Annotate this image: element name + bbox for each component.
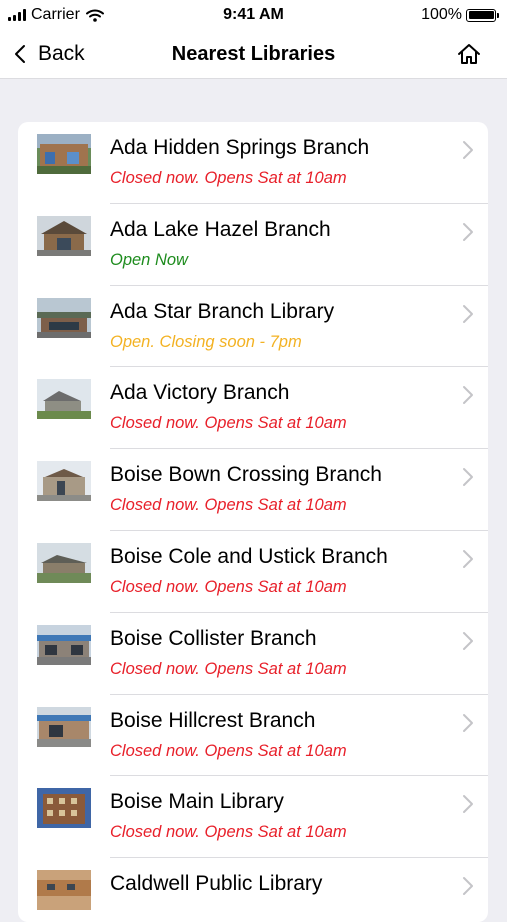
chevron-right-icon <box>463 141 473 159</box>
library-row[interactable]: Ada Hidden Springs Branch Closed now. Ope… <box>18 122 488 204</box>
library-thumbnail <box>37 379 91 420</box>
chevron-right-icon <box>463 631 473 650</box>
battery-icon <box>466 8 496 22</box>
library-status: Open. Closing soon - 7pm <box>110 332 302 351</box>
chevron-right-icon <box>463 795 473 814</box>
navigation-bar: Back Nearest Libraries <box>0 30 507 79</box>
library-name: Boise Cole and Ustick Branch <box>110 544 388 568</box>
library-thumbnail <box>37 297 91 338</box>
library-row[interactable]: Boise Hillcrest Branch Closed now. Opens … <box>18 695 488 777</box>
chevron-right-icon <box>463 304 473 323</box>
chevron-right-icon <box>463 386 473 405</box>
page-title: Nearest Libraries <box>171 43 336 65</box>
library-row[interactable]: Boise Bown Crossing Branch Closed now. Op… <box>18 449 488 531</box>
chevron-right-icon <box>463 468 473 487</box>
library-list: Ada Hidden Springs Branch Closed now. Ope… <box>18 122 488 922</box>
library-thumbnail <box>37 788 91 829</box>
library-status: Closed now. Opens Sat at 10am <box>110 823 347 842</box>
library-status: Closed now. Opens Sat at 10am <box>110 577 347 596</box>
library-row[interactable]: Ada Star Branch Library Open. Closing soo… <box>18 286 488 368</box>
library-name: Ada Star Branch Library <box>110 299 335 323</box>
library-thumbnail <box>37 706 91 747</box>
library-row[interactable]: Boise Collister Branch Closed now. Opens … <box>18 613 488 695</box>
library-name: Boise Bown Crossing Branch <box>110 463 382 487</box>
library-thumbnail <box>37 215 91 256</box>
library-status: Closed now. Opens Sat at 10am <box>110 169 347 187</box>
chevron-right-icon <box>463 877 473 896</box>
library-row[interactable]: Caldwell Public Library <box>18 858 488 922</box>
status-bar: Carrier 9:41 AM 100% <box>0 0 507 30</box>
battery-percent: 100% <box>421 6 462 23</box>
library-name: Ada Victory Branch <box>110 381 290 405</box>
library-thumbnail <box>37 461 91 502</box>
library-name: Ada Lake Hazel Branch <box>110 217 331 241</box>
library-thumbnail <box>37 624 91 665</box>
library-thumbnail <box>37 134 91 174</box>
library-row[interactable]: Ada Lake Hazel Branch Open Now <box>18 204 488 286</box>
library-name: Boise Collister Branch <box>110 626 317 650</box>
library-row[interactable]: Ada Victory Branch Closed now. Opens Sat … <box>18 367 488 450</box>
chevron-right-icon <box>463 549 473 568</box>
library-status: Closed now. Opens Sat at 10am <box>110 741 347 760</box>
chevron-right-icon <box>463 713 473 732</box>
library-name: Caldwell Public Library <box>110 872 323 896</box>
library-status: Closed now. Opens Sat at 10am <box>110 659 347 678</box>
chevron-right-icon <box>463 222 473 241</box>
library-status: Closed now. Opens Sat at 10am <box>110 496 347 515</box>
library-status: Closed now. Opens Sat at 10am <box>110 414 347 433</box>
library-thumbnail <box>37 870 91 911</box>
status-right: 100% <box>421 6 499 24</box>
library-name: Ada Hidden Springs Branch <box>110 136 370 159</box>
battery-tip <box>497 12 499 18</box>
library-thumbnail <box>37 542 91 583</box>
library-row[interactable]: Boise Cole and Ustick Branch Closed now. … <box>18 531 488 613</box>
library-row[interactable]: Boise Main Library Closed now. Opens Sat … <box>18 776 488 859</box>
home-icon[interactable] <box>456 41 482 67</box>
library-name: Boise Main Library <box>110 790 284 814</box>
library-name: Boise Hillcrest Branch <box>110 708 316 732</box>
library-status: Open Now <box>110 250 188 269</box>
